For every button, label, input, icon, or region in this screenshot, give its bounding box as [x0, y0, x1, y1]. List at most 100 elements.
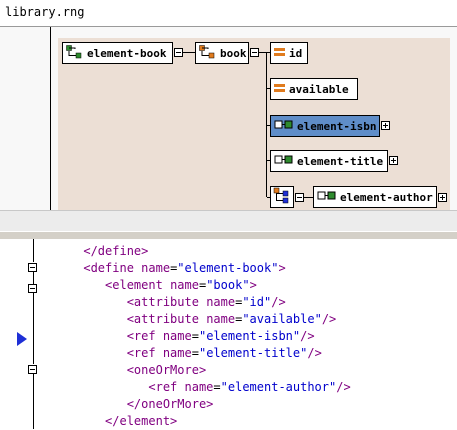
code-line[interactable]: <oneOrMore> — [40, 362, 206, 379]
code-token-eq: = — [191, 329, 199, 343]
code-line[interactable]: <ref name="element-isbn"/> — [40, 328, 315, 345]
diagram-horizontal-scroll-area[interactable] — [0, 210, 457, 232]
code-token-attr: name — [206, 312, 236, 326]
code-line[interactable]: </element> — [40, 413, 177, 430]
code-token-tag: <oneOrMore> — [126, 363, 207, 377]
node-one-or-more[interactable] — [270, 186, 294, 208]
code-token-tag: <ref — [126, 346, 163, 360]
code-token-attr: name — [162, 329, 192, 343]
fold-define-toggle[interactable] — [28, 263, 37, 272]
code-token-tag: /> — [336, 380, 351, 394]
editor-tab-bar: library.rng — [0, 0, 457, 27]
node-label: book — [220, 46, 247, 60]
collapse-one-or-more-toggle[interactable] — [295, 193, 304, 202]
connector-line — [183, 52, 195, 53]
node-element-isbn[interactable]: element-isbn — [270, 115, 380, 137]
code-token-tag: <element — [105, 278, 171, 292]
code-token-val: "available" — [242, 312, 322, 326]
code-token-tag: <attribute — [126, 312, 207, 326]
code-token-eq: = — [191, 346, 199, 360]
node-label: available — [289, 82, 349, 96]
code-token-val: "id" — [242, 295, 272, 309]
collapse-book-toggle[interactable] — [250, 48, 259, 57]
attribute-icon — [274, 46, 286, 61]
editor-gutter[interactable] — [0, 239, 14, 429]
fold-guide-line — [33, 271, 34, 285]
node-label: id — [289, 46, 303, 60]
node-label: element-title — [297, 154, 384, 168]
node-element-book[interactable]: element-book — [62, 42, 173, 64]
code-token-tag: > — [249, 278, 257, 292]
code-token-attr: name — [141, 261, 171, 275]
code-line[interactable]: <attribute name="id"/> — [40, 294, 286, 311]
diagram-guide-line — [50, 27, 51, 210]
code-token-val: "book" — [206, 278, 250, 292]
code-line[interactable]: <ref name="element-author"/> — [40, 379, 351, 396]
code-token-tag: </oneOrMore> — [126, 397, 214, 411]
code-token-attr: name — [206, 295, 236, 309]
element-tree-icon — [66, 44, 84, 62]
code-token-tag: <define — [83, 261, 142, 275]
code-line[interactable]: <ref name="element-title"/> — [40, 345, 322, 362]
node-book[interactable]: book — [195, 42, 249, 64]
connector-line — [304, 197, 313, 198]
node-element-author[interactable]: element-author — [313, 186, 437, 208]
node-attribute-available[interactable]: available — [270, 78, 358, 100]
code-token-tag: /> — [307, 346, 322, 360]
ref-icon — [274, 155, 294, 168]
code-token-tag: <attribute — [126, 295, 207, 309]
expand-element-author-toggle[interactable] — [438, 193, 447, 202]
code-token-tag: /> — [300, 329, 315, 343]
code-line[interactable]: <define name="element-book"> — [40, 260, 286, 277]
fold-guide-line — [33, 373, 34, 429]
ref-icon — [317, 191, 337, 204]
code-token-tag: </define> — [83, 244, 149, 258]
code-line[interactable]: <attribute name="available"/> — [40, 311, 337, 328]
code-token-attr: name — [170, 278, 199, 292]
fold-guide-line — [33, 293, 34, 364]
node-label: element-author — [340, 190, 433, 204]
element-tree-icon — [199, 44, 217, 62]
code-token-val: "element-book" — [177, 261, 279, 275]
code-line[interactable]: </oneOrMore> — [40, 396, 214, 413]
code-token-tag: /> — [321, 312, 337, 326]
node-element-title[interactable]: element-title — [270, 150, 388, 172]
ref-icon — [274, 120, 294, 133]
code-token-val: "element-isbn" — [198, 329, 301, 343]
code-token-attr: name — [162, 346, 192, 360]
code-line[interactable]: </define> — [40, 243, 148, 260]
node-attribute-id[interactable]: id — [270, 42, 308, 64]
code-token-val: "element-author" — [220, 380, 337, 394]
code-token-tag: /> — [271, 295, 286, 309]
node-label: element-book — [87, 46, 167, 60]
one-or-more-icon — [273, 187, 291, 208]
code-token-val: "element-title" — [198, 346, 308, 360]
collapse-element-book-toggle[interactable] — [174, 48, 183, 57]
code-line[interactable]: <element name="book"> — [40, 277, 257, 294]
breakpoint-marker-icon — [17, 332, 27, 346]
fold-element-toggle[interactable] — [28, 284, 37, 293]
code-token-attr: name — [184, 380, 214, 394]
expand-element-isbn-toggle[interactable] — [381, 121, 390, 130]
xml-text-editor[interactable]: </define> <define name="element-book"> <… — [0, 239, 457, 429]
file-tab-title[interactable]: library.rng — [5, 5, 84, 19]
fold-one-or-more-toggle[interactable] — [28, 365, 37, 374]
code-token-eq: = — [213, 380, 221, 394]
expand-element-title-toggle[interactable] — [389, 156, 398, 165]
code-token-tag: <ref — [126, 329, 163, 343]
code-token-tag: > — [278, 261, 286, 275]
attribute-icon — [274, 82, 286, 97]
node-label: element-isbn — [297, 119, 377, 133]
code-token-tag: <ref — [148, 380, 185, 394]
fold-guide-line — [33, 239, 34, 262]
